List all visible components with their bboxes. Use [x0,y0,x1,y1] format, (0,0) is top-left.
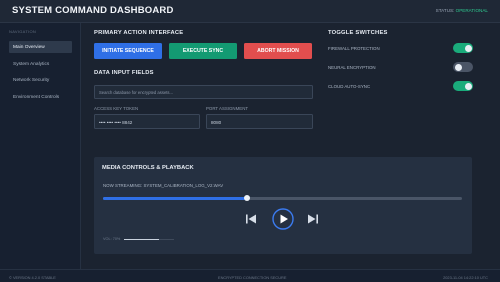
sidebar-item-environment-controls[interactable]: Environment Controls [9,91,72,103]
execute-sync-button[interactable]: EXECUTE SYNC [169,43,237,59]
sidebar-item-main-overview[interactable]: Main Overview [9,41,72,53]
progress-fill [103,197,247,200]
footer: © VERSION 4.2.0 STABLE ENCRYPTED CONNECT… [0,269,500,282]
status-label: STATUS: [435,8,455,13]
skip-forward-icon [308,214,318,224]
status-badge: OPERATIONAL [455,8,488,13]
sidebar: NAVIGATION Main Overview System Analytic… [0,23,81,269]
toggle-row-cloud: CLOUD AUTO-SYNC [328,81,473,93]
skip-back-button[interactable] [245,212,257,230]
toggle-knob [454,63,462,71]
neural-encryption-toggle[interactable] [453,62,473,72]
sidebar-item-system-analytics[interactable]: System Analytics [9,58,72,70]
port-label: PORT ASSIGNMENT [206,106,249,111]
volume-slider[interactable] [124,238,174,241]
skip-forward-button[interactable] [307,212,319,230]
firewall-toggle[interactable] [453,43,473,53]
sidebar-item-network-security[interactable]: Network Security [9,74,72,86]
volume-fill [124,238,159,241]
skip-back-icon [246,214,256,224]
toggles-heading: TOGGLE SWITCHES [328,30,388,36]
play-button[interactable] [272,208,294,235]
timestamp: 2023-11-04 14:22:10 UTC [443,274,488,280]
app-title: SYSTEM COMMAND DASHBOARD [12,5,174,16]
top-header: SYSTEM COMMAND DASHBOARD STATUS: OPERATI… [0,0,500,23]
toggle-row-firewall: FIREWALL PROTECTION [328,43,473,55]
playback-progress-bar[interactable] [103,195,462,201]
media-heading: MEDIA CONTROLS & PLAYBACK [102,165,194,171]
access-key-label: ACCESS KEY TOKEN [94,106,139,111]
port-field[interactable]: 8080 [206,114,313,129]
media-panel: MEDIA CONTROLS & PLAYBACK NOW STREAMING:… [94,157,472,254]
initiate-sequence-button[interactable]: INITIATE SEQUENCE [94,43,162,59]
abort-mission-button[interactable]: ABORT MISSION [244,43,312,59]
version-text: © VERSION 4.2.0 STABLE [9,274,56,280]
toggle-knob [464,82,472,90]
toggle-label: FIREWALL PROTECTION [328,46,380,51]
volume-label: VOL: 70% [103,237,121,241]
sidebar-title: NAVIGATION [9,29,37,34]
inputs-heading: DATA INPUT FIELDS [94,70,154,76]
play-icon [272,208,294,230]
search-input[interactable]: Search database for encrypted assets... [94,85,313,99]
toggle-row-neural: NEURAL ENCRYPTION [328,62,473,74]
system-status: STATUS: OPERATIONAL [436,8,488,13]
cloud-auto-sync-toggle[interactable] [453,81,473,91]
actions-heading: PRIMARY ACTION INTERFACE [94,30,184,36]
toggle-label: NEURAL ENCRYPTION [328,65,376,70]
toggle-knob [464,44,472,52]
connection-status: ENCRYPTED CONNECTION SECURE [218,274,287,280]
now-streaming-text: NOW STREAMING: SYSTEM_CALIBRATION_LOG_V2… [103,183,224,188]
toggle-label: CLOUD AUTO-SYNC [328,84,371,89]
progress-thumb[interactable] [243,195,250,201]
access-key-field[interactable]: •••• •••• •••• 8842 [94,114,200,129]
